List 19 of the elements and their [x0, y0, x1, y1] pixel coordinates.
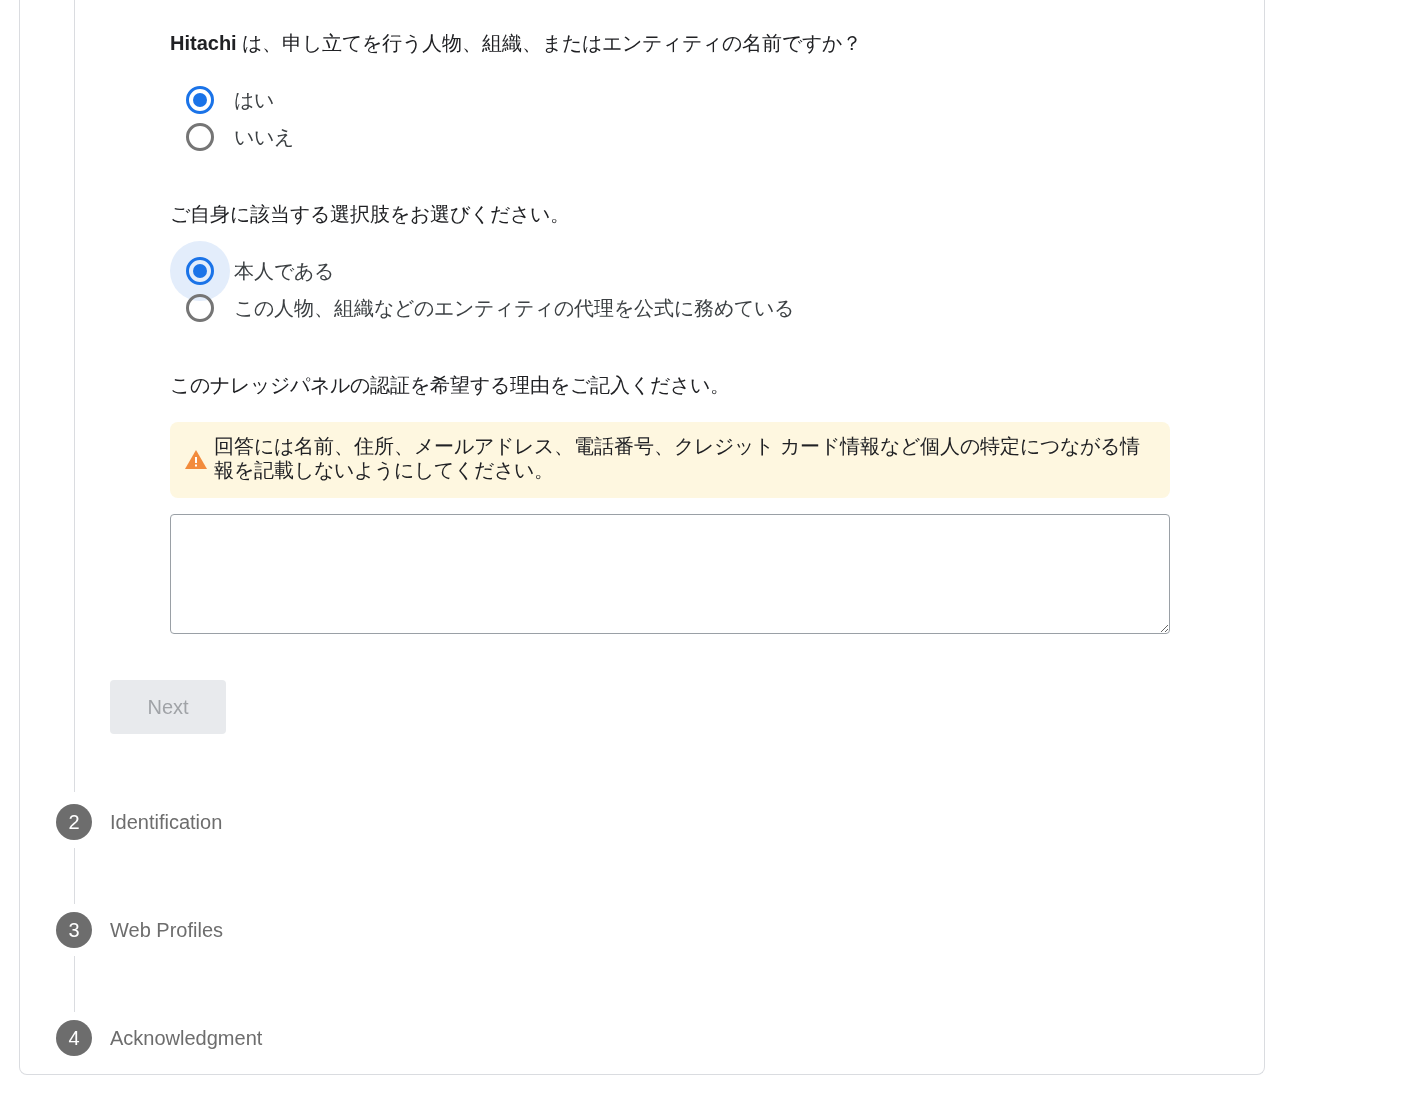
- step-number: 3: [56, 912, 92, 948]
- step-number: 2: [56, 804, 92, 840]
- step-label[interactable]: Identification: [110, 810, 223, 834]
- step-number: 4: [56, 1020, 92, 1056]
- radio-label[interactable]: 本人である: [234, 257, 334, 285]
- radio-label[interactable]: いいえ: [234, 123, 294, 151]
- warning-text: 回答には名前、住所、メールアドレス、電話番号、クレジット カード情報など個人の特定につながる情報を記載しないようにしてください。: [214, 434, 1141, 482]
- radio-label[interactable]: はい: [234, 86, 274, 114]
- radio-button[interactable]: [186, 86, 214, 114]
- question-text: ご自身に該当する選択肢をお選びください。: [170, 202, 571, 227]
- radio-label[interactable]: この人物、組織などのエンティティの代理を公式に務めている: [234, 294, 794, 322]
- radio-button[interactable]: [186, 123, 214, 151]
- radio-button[interactable]: [186, 294, 214, 322]
- radio-button[interactable]: [186, 257, 214, 285]
- question-text: Hitachi は、申し立てを行う人物、組織、またはエンティティの名前ですか？: [170, 31, 864, 56]
- question-text: このナレッジパネルの認証を希望する理由をご記入ください。: [170, 373, 731, 398]
- warning-icon: [184, 448, 208, 472]
- step-label[interactable]: Web Profiles: [110, 918, 223, 942]
- step-label[interactable]: Acknowledgment: [110, 1026, 263, 1050]
